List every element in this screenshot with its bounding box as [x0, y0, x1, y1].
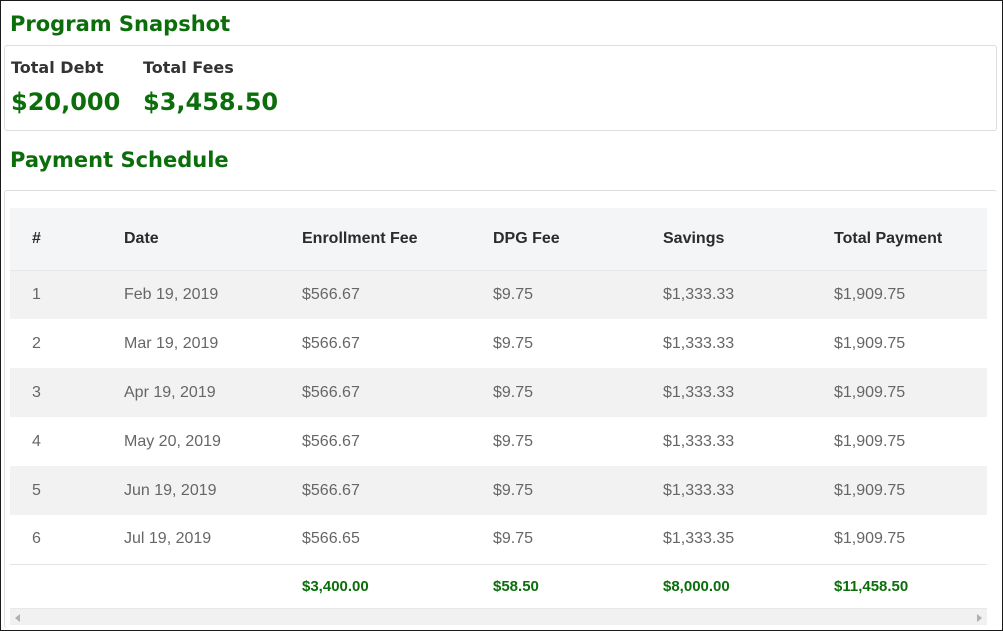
- dpg-fee-cell: $9.75: [493, 383, 534, 401]
- column-header-date: Date: [124, 208, 302, 271]
- table-header-row: # Date Enrollment Fee DPG Fee Savings To…: [10, 208, 987, 271]
- column-header-dpg-fee: DPG Fee: [493, 208, 663, 271]
- scroll-left-arrow-icon[interactable]: [15, 614, 20, 622]
- savings-cell: $1,333.33: [663, 432, 735, 450]
- column-header-savings: Savings: [663, 208, 834, 271]
- row-number-cell: 3: [32, 383, 41, 401]
- column-header-total-payment: Total Payment: [834, 208, 987, 271]
- dpg-fee-cell: $9.75: [493, 481, 534, 499]
- date-cell: Jul 19, 2019: [124, 530, 212, 548]
- row-number-cell: 6: [32, 530, 41, 548]
- table-row: 4 May 20, 2019 $566.67 $9.75 $1,333.33 $…: [10, 417, 987, 466]
- table-row: 6 Jul 19, 2019 $566.65 $9.75 $1,333.35 $…: [10, 515, 987, 564]
- savings-cell: $1,333.33: [663, 285, 735, 303]
- horizontal-scrollbar[interactable]: [10, 608, 987, 625]
- total-fees-label: Total Fees: [143, 58, 234, 77]
- payment-schedule-table: # Date Enrollment Fee DPG Fee Savings To…: [10, 208, 987, 608]
- column-header-enrollment-fee: Enrollment Fee: [302, 208, 493, 271]
- date-cell: Feb 19, 2019: [124, 285, 219, 303]
- date-cell: May 20, 2019: [124, 432, 221, 450]
- total-dpg-fee: $58.50: [493, 577, 539, 595]
- total-payment-cell: $1,909.75: [834, 383, 906, 401]
- totals-date-cell: [124, 564, 302, 608]
- total-payment-cell: $1,909.75: [834, 432, 906, 450]
- table-row: 2 Mar 19, 2019 $566.67 $9.75 $1,333.33 $…: [10, 319, 987, 368]
- scroll-right-arrow-icon[interactable]: [977, 614, 982, 622]
- enrollment-fee-cell: $566.65: [302, 530, 360, 548]
- enrollment-fee-cell: $566.67: [302, 285, 360, 303]
- total-payment-cell: $1,909.75: [834, 481, 906, 499]
- total-payment-cell: $1,909.75: [834, 530, 906, 548]
- row-number-cell: 2: [32, 334, 41, 352]
- dpg-fee-cell: $9.75: [493, 432, 534, 450]
- page-frame: Program Snapshot Total Debt $20,000 Tota…: [0, 0, 1003, 631]
- savings-cell: $1,333.33: [663, 481, 735, 499]
- enrollment-fee-cell: $566.67: [302, 334, 360, 352]
- total-payment-cell: $1,909.75: [834, 285, 906, 303]
- program-snapshot-title: Program Snapshot: [10, 12, 231, 36]
- total-savings: $8,000.00: [663, 577, 730, 595]
- row-number-cell: 5: [32, 481, 41, 499]
- total-enrollment-fee: $3,400.00: [302, 577, 369, 595]
- enrollment-fee-cell: $566.67: [302, 432, 360, 450]
- date-cell: Apr 19, 2019: [124, 383, 216, 401]
- date-cell: Jun 19, 2019: [124, 481, 217, 499]
- payment-schedule-title: Payment Schedule: [10, 148, 229, 172]
- row-number-cell: 4: [32, 432, 41, 450]
- table-row: 3 Apr 19, 2019 $566.67 $9.75 $1,333.33 $…: [10, 368, 987, 417]
- total-payment-cell: $1,909.75: [834, 334, 906, 352]
- dpg-fee-cell: $9.75: [493, 334, 534, 352]
- savings-cell: $1,333.33: [663, 334, 735, 352]
- total-debt-label: Total Debt: [11, 58, 104, 77]
- date-cell: Mar 19, 2019: [124, 334, 219, 352]
- payment-schedule-table-container[interactable]: # Date Enrollment Fee DPG Fee Savings To…: [10, 208, 987, 625]
- program-snapshot-panel: Total Debt $20,000 Total Fees $3,458.50: [4, 45, 997, 131]
- row-number-cell: 1: [32, 285, 41, 303]
- enrollment-fee-cell: $566.67: [302, 481, 360, 499]
- dpg-fee-cell: $9.75: [493, 530, 534, 548]
- enrollment-fee-cell: $566.67: [302, 383, 360, 401]
- totals-row: $3,400.00 $58.50 $8,000.00 $11,458.50: [10, 564, 987, 608]
- savings-cell: $1,333.33: [663, 383, 735, 401]
- totals-number-cell: [10, 564, 124, 608]
- column-header-number: #: [10, 208, 124, 271]
- total-debt-value: $20,000: [11, 88, 121, 116]
- dpg-fee-cell: $9.75: [493, 285, 534, 303]
- grand-total-payment: $11,458.50: [834, 577, 909, 595]
- table-row: 1 Feb 19, 2019 $566.67 $9.75 $1,333.33 $…: [10, 270, 987, 319]
- total-fees-value: $3,458.50: [143, 88, 279, 116]
- savings-cell: $1,333.35: [663, 530, 735, 548]
- table-row: 5 Jun 19, 2019 $566.67 $9.75 $1,333.33 $…: [10, 466, 987, 515]
